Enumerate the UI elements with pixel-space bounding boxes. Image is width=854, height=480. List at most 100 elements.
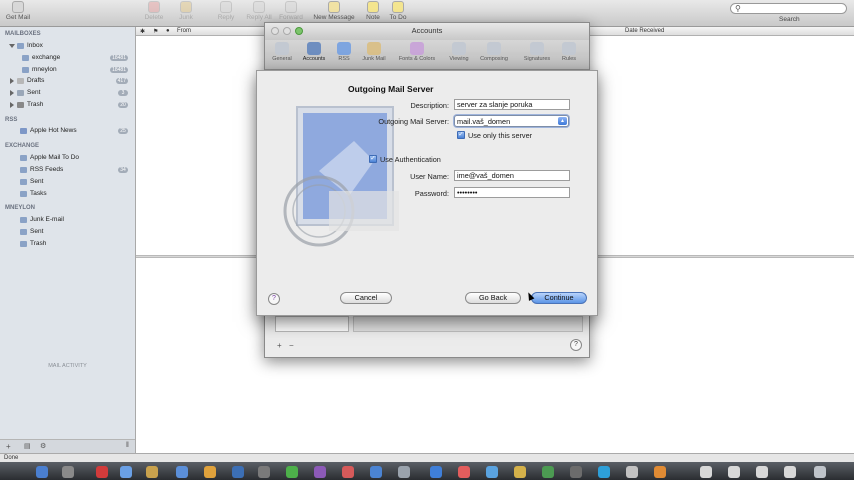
disclosure-triangle-icon[interactable] (10, 77, 14, 84)
preview-icon[interactable] (370, 466, 382, 478)
stack-icon[interactable] (784, 466, 796, 478)
remove-account-icon[interactable]: − (289, 341, 294, 350)
todo-button[interactable]: To Do (386, 1, 410, 21)
sidebar-item-exchange[interactable]: exchange 18481 (22, 54, 132, 61)
app-icon[interactable] (654, 466, 666, 478)
tab-rss[interactable]: RSS (330, 42, 358, 62)
tab-signatures[interactable]: Signatures (519, 42, 555, 62)
app-icon[interactable] (598, 466, 610, 478)
system-preferences-icon[interactable] (398, 466, 410, 478)
downloads-stack-icon[interactable] (728, 466, 740, 478)
pdf-icon[interactable] (342, 466, 354, 478)
sidebar-item-tasks[interactable]: Tasks (20, 190, 47, 197)
new-message-button[interactable]: New Message (312, 1, 356, 21)
sidebar-item-inbox[interactable]: Inbox (9, 42, 43, 49)
tab-composing[interactable]: Composing (475, 42, 513, 62)
stack-icon[interactable] (756, 466, 768, 478)
username-field[interactable]: ime@vaš_domen (454, 170, 570, 181)
photo-icon[interactable] (314, 466, 326, 478)
sidebar-item-mneylon-sent[interactable]: Sent (20, 228, 43, 235)
sidebar-item-apple-mail-to-do[interactable]: Apple Mail To Do (20, 154, 79, 161)
tab-junk-mail[interactable]: Junk Mail (359, 42, 389, 62)
get-mail-button[interactable]: Get Mail (4, 1, 32, 21)
column-from[interactable]: From (177, 28, 191, 34)
sidebar-item-apple-hot-news[interactable]: Apple Hot News 25 (20, 127, 132, 134)
finder-icon[interactable] (36, 466, 48, 478)
close-icon[interactable] (271, 27, 279, 35)
inbox-icon (22, 66, 29, 73)
sidebar-item-junk-email[interactable]: Junk E-mail (20, 216, 64, 223)
fonts-colors-icon (410, 42, 424, 55)
safari-icon[interactable] (176, 466, 188, 478)
trash-icon[interactable] (814, 466, 826, 478)
address-book-icon[interactable] (146, 466, 158, 478)
continue-button[interactable]: Continue (531, 292, 587, 304)
junk-button[interactable]: Junk (174, 1, 198, 21)
username-label: User Name: (410, 172, 449, 181)
go-back-button[interactable]: Go Back (465, 292, 521, 304)
accounts-list[interactable] (275, 316, 349, 332)
tab-viewing[interactable]: Viewing (445, 42, 473, 62)
minimize-icon[interactable] (283, 27, 291, 35)
chat-icon[interactable] (430, 466, 442, 478)
dashboard-icon[interactable] (62, 466, 74, 478)
reply-button[interactable]: Reply (212, 1, 240, 21)
sidebar-item-exchange-sent[interactable]: Sent (20, 178, 43, 185)
sidebar-item-mneylon-trash[interactable]: Trash (20, 240, 46, 247)
tab-fonts-colors[interactable]: Fonts & Colors (393, 42, 441, 62)
app-icon[interactable] (626, 466, 638, 478)
app-icon[interactable] (514, 466, 526, 478)
status-column-icon[interactable]: ⚑ (153, 28, 158, 35)
cancel-button[interactable]: Cancel (340, 292, 392, 304)
account-details-area (353, 316, 583, 332)
itunes-icon[interactable] (232, 466, 244, 478)
description-field[interactable]: server za slanje poruka (454, 99, 570, 110)
tab-general[interactable]: General (268, 42, 296, 62)
disclosure-triangle-icon[interactable] (9, 43, 15, 48)
trash-icon (17, 101, 24, 108)
use-authentication-checkbox[interactable]: ✓ (369, 155, 377, 163)
calendar-icon[interactable] (96, 466, 108, 478)
add-account-icon[interactable]: + (277, 341, 282, 350)
section-header-exchange: EXCHANGE (5, 143, 40, 149)
documents-stack-icon[interactable] (700, 466, 712, 478)
forward-button[interactable]: Forward (276, 1, 306, 21)
flag-column-icon[interactable]: ✱ (140, 28, 145, 35)
terminal-icon[interactable] (258, 466, 270, 478)
zoom-icon[interactable] (295, 27, 303, 35)
sidebar-item-mneylon[interactable]: mneylon 18481 (22, 66, 132, 73)
help-icon[interactable]: ? (268, 293, 280, 305)
sidebar-item-sent[interactable]: Sent 3 (10, 89, 132, 96)
resize-handle-icon[interactable]: ‖ (126, 442, 129, 449)
mailbox-sidebar: MAILBOXES Inbox exchange 18481 mneylon 184… (0, 27, 136, 453)
help-icon[interactable]: ? (570, 339, 582, 351)
facetime-icon[interactable] (286, 466, 298, 478)
ical-icon[interactable] (204, 466, 216, 478)
app-icon[interactable] (458, 466, 470, 478)
app-icon[interactable] (542, 466, 554, 478)
delete-button[interactable]: Delete (141, 1, 167, 21)
tab-rules[interactable]: Rules (555, 42, 583, 62)
disclosure-triangle-icon[interactable] (10, 101, 14, 108)
mail-icon[interactable] (120, 466, 132, 478)
outgoing-server-select[interactable]: mail.vaš_domen ▲ (454, 115, 569, 127)
disclosure-triangle-icon[interactable] (10, 89, 14, 96)
app-icon[interactable] (486, 466, 498, 478)
section-header-mneylon: MNEYLON (5, 205, 35, 211)
column-date-received[interactable]: Date Received (625, 28, 664, 34)
folder-icon (20, 216, 27, 223)
search-input[interactable] (730, 3, 847, 14)
attachment-column-icon[interactable]: ● (166, 28, 170, 34)
use-only-this-server-checkbox[interactable]: ✓ (457, 131, 465, 139)
tab-accounts[interactable]: Accounts (300, 42, 328, 62)
sidebar-item-rss-feeds[interactable]: RSS Feeds 34 (20, 166, 132, 173)
note-button[interactable]: Note (364, 1, 382, 21)
gear-icon[interactable]: ⚙ (40, 442, 46, 450)
sidebar-item-trash[interactable]: Trash 20 (10, 101, 132, 108)
sidebar-item-drafts[interactable]: Drafts 417 (10, 77, 132, 84)
show-photo-browser-icon[interactable]: ▤ (24, 442, 31, 450)
reply-all-button[interactable]: Reply All (243, 1, 275, 21)
app-icon[interactable] (570, 466, 582, 478)
add-mailbox-icon[interactable]: + (6, 442, 11, 451)
password-field[interactable]: •••••••• (454, 187, 570, 198)
